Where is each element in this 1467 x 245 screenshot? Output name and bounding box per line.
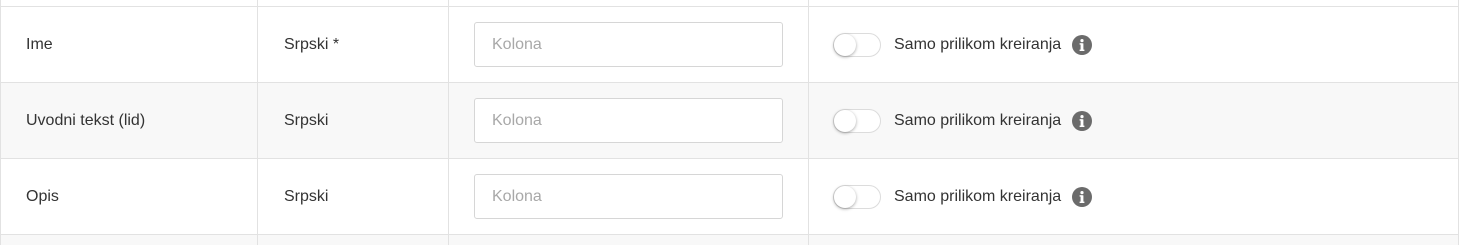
table-row: Ime Srpski * Samo prilikom kreiranja <box>1 7 1458 83</box>
create-only-cell: Samo prilikom kreiranja <box>809 159 1458 234</box>
table-cell <box>809 0 1458 6</box>
table-row-partial-bottom <box>1 235 1458 245</box>
column-input-cell <box>449 7 809 82</box>
create-only-cell: Samo prilikom kreiranja <box>809 83 1458 158</box>
table-cell <box>1 0 258 6</box>
create-only-cell: Samo prilikom kreiranja <box>809 7 1458 82</box>
field-name: Opis <box>26 187 59 205</box>
toggle-knob <box>834 185 856 208</box>
table-row: Uvodni tekst (lid) Srpski Samo prilikom … <box>1 83 1458 159</box>
column-input[interactable] <box>474 22 783 67</box>
info-glyph <box>1079 38 1085 51</box>
field-name-cell: Ime <box>1 7 258 82</box>
table-cell <box>449 235 809 245</box>
language-cell: Srpski <box>258 83 449 158</box>
create-only-toggle[interactable] <box>833 108 881 133</box>
column-input[interactable] <box>474 174 783 219</box>
create-only-toggle[interactable] <box>833 32 881 57</box>
table-cell <box>258 0 449 6</box>
info-glyph <box>1079 190 1085 203</box>
field-language: Srpski <box>284 187 329 205</box>
create-only-label: Samo prilikom kreiranja <box>894 187 1062 205</box>
toggle-knob <box>834 33 856 56</box>
field-name-cell: Opis <box>1 159 258 234</box>
create-only-toggle[interactable] <box>833 184 881 209</box>
language-cell: Srpski <box>258 159 449 234</box>
info-icon[interactable] <box>1072 186 1093 207</box>
table-cell <box>449 0 809 6</box>
field-name: Ime <box>26 35 53 53</box>
table-row-partial-top <box>1 0 1458 7</box>
column-input-cell <box>449 83 809 158</box>
info-glyph <box>1079 114 1085 127</box>
field-language: Srpski * <box>284 35 340 53</box>
table-cell <box>258 235 449 245</box>
field-language: Srpski <box>284 111 329 129</box>
create-only-label: Samo prilikom kreiranja <box>894 111 1062 129</box>
info-icon[interactable] <box>1072 34 1093 55</box>
toggle-knob <box>834 109 856 132</box>
field-name: Uvodni tekst (lid) <box>26 111 146 129</box>
table-row: Opis Srpski Samo prilikom kreiranja <box>1 159 1458 235</box>
field-mapping-table: Ime Srpski * Samo prilikom kreiranja <box>0 0 1459 245</box>
column-input-cell <box>449 159 809 234</box>
table-cell <box>809 235 1458 245</box>
field-name-cell: Uvodni tekst (lid) <box>1 83 258 158</box>
table-cell <box>1 235 258 245</box>
create-only-label: Samo prilikom kreiranja <box>894 35 1062 53</box>
info-icon[interactable] <box>1072 110 1093 131</box>
column-input[interactable] <box>474 98 783 143</box>
language-cell: Srpski * <box>258 7 449 82</box>
